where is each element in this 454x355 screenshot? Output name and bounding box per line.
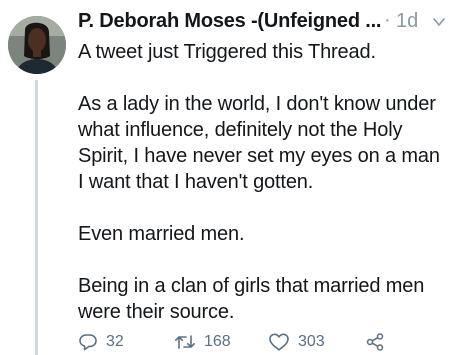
tweet-paragraph: A tweet just Triggered this Thread. xyxy=(78,41,376,63)
retweet-count: 168 xyxy=(204,333,231,350)
tweet-paragraph: Being in a clan of girls that married me… xyxy=(78,275,425,323)
tweet-text: A tweet just Triggered this Thread. As a… xyxy=(78,39,448,325)
like-icon xyxy=(268,332,290,352)
avatar[interactable] xyxy=(8,16,66,74)
like-button[interactable]: 303 xyxy=(268,330,325,354)
thread-line xyxy=(35,80,38,355)
share-icon xyxy=(365,332,385,352)
separator-dot: · xyxy=(384,9,391,31)
timestamp[interactable]: 1d xyxy=(396,10,418,33)
tweet[interactable]: P. Deborah Moses -(Unfeigned ... · 1d A … xyxy=(0,0,454,355)
like-count: 303 xyxy=(298,333,325,350)
tweet-paragraph: Even married men. xyxy=(78,223,245,245)
tweet-actions: 32 168 303 xyxy=(78,330,448,354)
retweet-icon xyxy=(174,332,196,352)
reply-count: 32 xyxy=(106,333,124,350)
reply-icon xyxy=(78,332,98,352)
chevron-down-icon[interactable] xyxy=(432,15,446,29)
tweet-header: P. Deborah Moses -(Unfeigned ... · 1d xyxy=(78,9,448,36)
reply-button[interactable]: 32 xyxy=(78,330,124,354)
share-button[interactable] xyxy=(365,330,385,354)
tweet-paragraph: As a lady in the world, I don't know und… xyxy=(78,93,440,193)
author-name[interactable]: P. Deborah Moses -(Unfeigned ... xyxy=(78,10,381,33)
retweet-button[interactable]: 168 xyxy=(174,330,231,354)
